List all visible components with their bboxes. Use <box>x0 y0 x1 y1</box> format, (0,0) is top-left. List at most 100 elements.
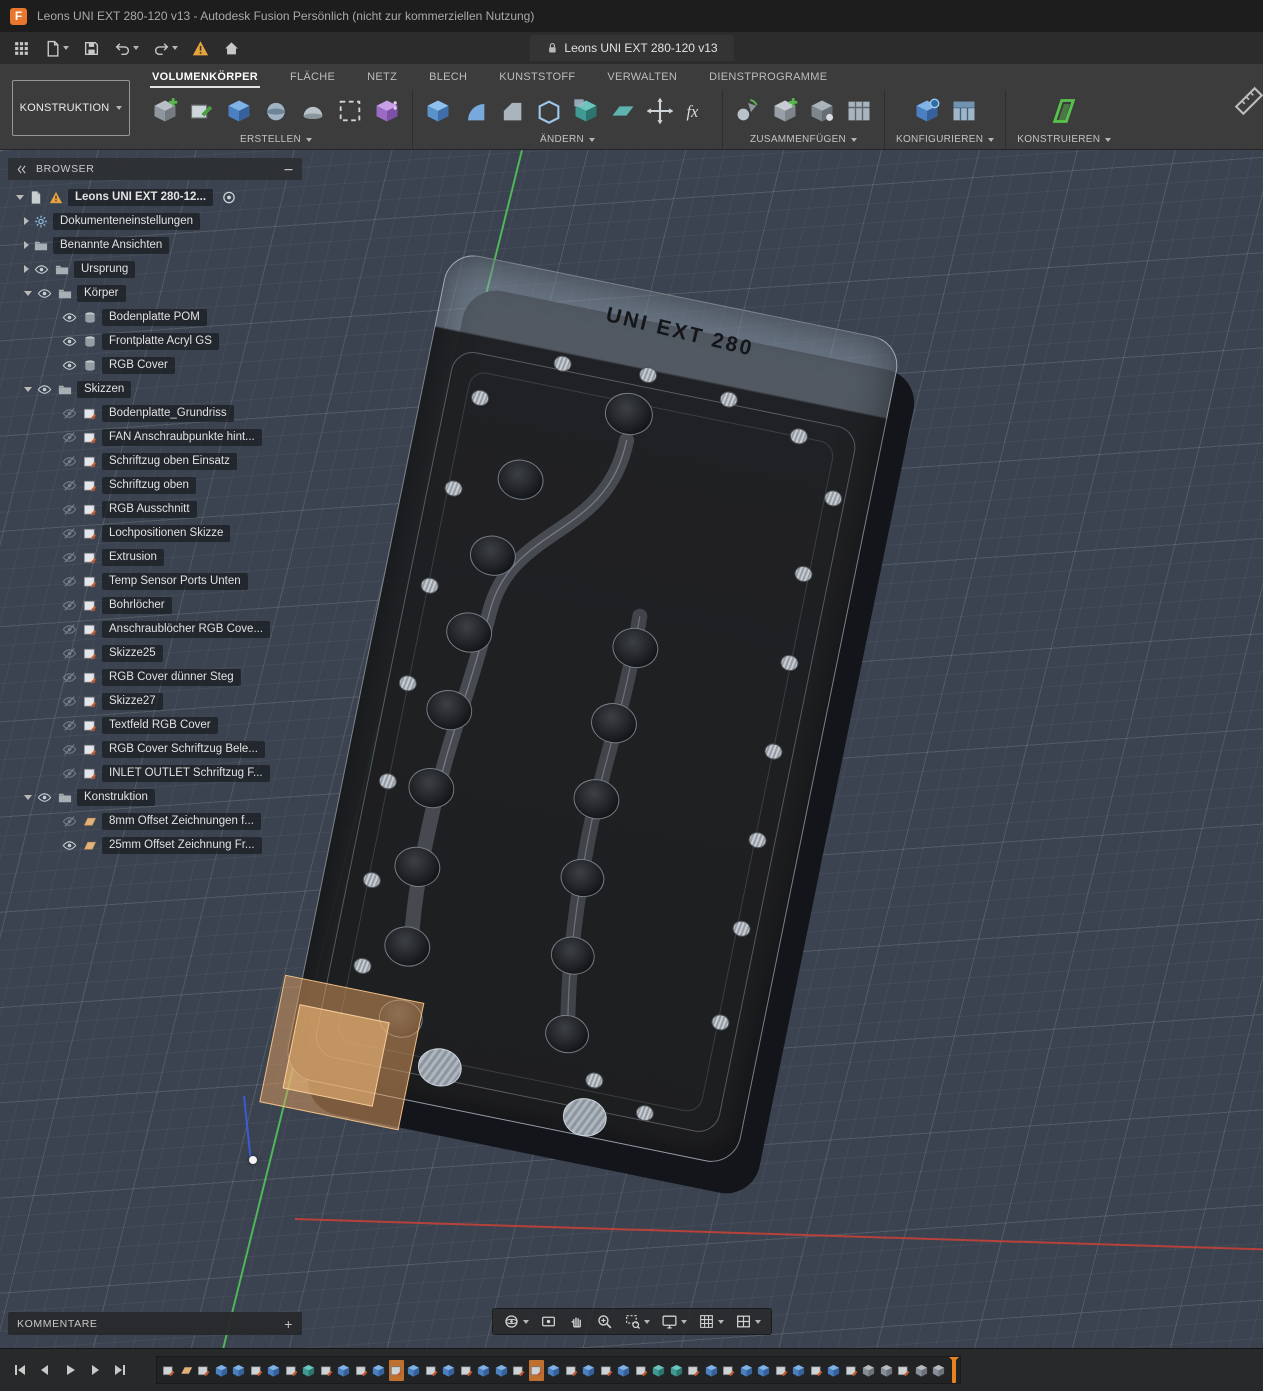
tree-item-skizze25[interactable]: Skizze25 <box>8 641 302 665</box>
timeline-feature-sketch[interactable] <box>634 1360 649 1381</box>
visibility-eye-icon[interactable] <box>61 694 78 709</box>
tree-item-label[interactable]: Schriftzug oben Einsatz <box>102 452 237 470</box>
tab-kunststoff[interactable]: KUNSTSTOFF <box>497 67 577 87</box>
shell-icon[interactable] <box>535 97 563 125</box>
tree-item-label[interactable]: Ursprung <box>74 260 136 278</box>
group-label-konstruieren[interactable]: KONSTRUIEREN <box>1017 132 1112 149</box>
activate-component-icon[interactable] <box>221 190 237 205</box>
visibility-eye-icon[interactable] <box>36 382 53 397</box>
tree-item-rgb-cover[interactable]: RGB Cover <box>8 353 302 377</box>
step-forward-button[interactable] <box>87 1362 103 1378</box>
timeline-feature-construct-plane[interactable] <box>179 1360 194 1381</box>
tree-item-benannte-ansichten[interactable]: Benannte Ansichten <box>8 233 302 257</box>
tree-item-label[interactable]: Lochpositionen Skizze <box>102 524 231 542</box>
timeline-feature-extrude-blue[interactable] <box>739 1360 754 1381</box>
tree-item-label[interactable]: RGB Cover dünner Steg <box>102 668 241 686</box>
timeline-feature-extrude-blue[interactable] <box>616 1360 631 1381</box>
timeline-feature-extrude-teal[interactable] <box>301 1360 316 1381</box>
timeline-feature-extrude-blue[interactable] <box>494 1360 509 1381</box>
visibility-eye-icon[interactable] <box>61 454 78 469</box>
configure-icon[interactable] <box>913 97 941 125</box>
tree-item-körper[interactable]: Körper <box>8 281 302 305</box>
tree-item-8mm-offset-zeichnungen-f[interactable]: 8mm Offset Zeichnungen f... <box>8 809 302 833</box>
timeline-feature-sketch[interactable] <box>459 1360 474 1381</box>
tree-item-fan-anschraubpunkte-hint[interactable]: FAN Anschraubpunkte hint... <box>8 425 302 449</box>
timeline-feature-sketch[interactable] <box>774 1360 789 1381</box>
timeline-feature-sketch[interactable] <box>319 1360 334 1381</box>
tree-item-skizzen[interactable]: Skizzen <box>8 377 302 401</box>
step-back-button[interactable] <box>37 1362 53 1378</box>
group-label-konfigurieren[interactable]: KONFIGURIEREN <box>896 132 995 149</box>
timeline-feature-sketch[interactable] <box>284 1360 299 1381</box>
visibility-eye-icon[interactable] <box>61 646 78 661</box>
timeline-feature-extrude-blue[interactable] <box>441 1360 456 1381</box>
tree-item-rgb-cover-dünner-steg[interactable]: RGB Cover dünner Steg <box>8 665 302 689</box>
move-copy-icon[interactable] <box>646 97 674 125</box>
chevron-expanded-icon[interactable] <box>24 386 32 392</box>
section-icon[interactable] <box>336 97 364 125</box>
motion-link-icon[interactable] <box>845 97 873 125</box>
tree-item-label[interactable]: Anschraublöcher RGB Cove... <box>102 620 271 638</box>
timeline-feature-sketch[interactable] <box>809 1360 824 1381</box>
tree-item-label[interactable]: Benannte Ansichten <box>53 236 170 254</box>
orbit-button[interactable] <box>503 1313 529 1330</box>
visibility-eye-icon[interactable] <box>61 814 78 829</box>
undo-button[interactable] <box>109 37 144 60</box>
tree-item-label[interactable]: RGB Ausschnitt <box>102 500 197 518</box>
chevron-expanded-icon[interactable] <box>24 290 32 296</box>
chevron-expanded-icon[interactable] <box>24 794 32 800</box>
timeline-feature-sketch[interactable] <box>354 1360 369 1381</box>
tree-item-skizze27[interactable]: Skizze27 <box>8 689 302 713</box>
visibility-eye-icon[interactable] <box>61 430 78 445</box>
tree-item-schriftzug-oben-einsatz[interactable]: Schriftzug oben Einsatz <box>8 449 302 473</box>
go-to-end-button[interactable] <box>112 1362 128 1378</box>
tree-item-extrusion[interactable]: Extrusion <box>8 545 302 569</box>
comments-bar[interactable]: KOMMENTARE + <box>8 1312 302 1335</box>
timeline-feature-sketch[interactable] <box>721 1360 736 1381</box>
tree-item-schriftzug-oben[interactable]: Schriftzug oben <box>8 473 302 497</box>
design-mode-button[interactable]: KONSTRUKTION <box>12 80 130 136</box>
chevron-collapsed-icon[interactable] <box>24 241 29 249</box>
tree-item-lochpositionen-skizze[interactable]: Lochpositionen Skizze <box>8 521 302 545</box>
model-3d[interactable]: UNI EXT 280 <box>259 250 921 1200</box>
timeline-feature-extrude-blue[interactable] <box>214 1360 229 1381</box>
tree-item-bodenplatte-grundriss[interactable]: Bodenplatte_Grundriss <box>8 401 302 425</box>
document-tab[interactable]: Leons UNI EXT 280-120 v13 <box>529 35 734 61</box>
redo-button[interactable] <box>148 37 183 60</box>
visibility-eye-icon[interactable] <box>61 310 78 325</box>
tab-volumenkörper[interactable]: VOLUMENKÖRPER <box>150 67 260 88</box>
timeline-feature-sketch[interactable] <box>249 1360 264 1381</box>
tree-item-label[interactable]: Frontplatte Acryl GS <box>102 332 219 350</box>
chevron-expanded-icon[interactable] <box>16 194 24 200</box>
visibility-eye-icon[interactable] <box>61 622 78 637</box>
as-built-joint-icon[interactable] <box>808 97 836 125</box>
visibility-eye-icon[interactable] <box>61 502 78 517</box>
chevron-collapsed-icon[interactable] <box>24 265 29 273</box>
timeline-feature-extrude-gray[interactable] <box>931 1360 946 1381</box>
tree-item-frontplatte-acryl-gs[interactable]: Frontplatte Acryl GS <box>8 329 302 353</box>
timeline-strip[interactable] <box>156 1356 961 1384</box>
measure-icon[interactable] <box>1229 84 1263 118</box>
timeline-feature-sketch[interactable] <box>388 1359 404 1381</box>
timeline-feature-extrude-blue[interactable] <box>336 1360 351 1381</box>
new-solid-icon[interactable] <box>151 97 179 125</box>
timeline-feature-sketch[interactable] <box>599 1360 614 1381</box>
timeline-feature-sketch[interactable] <box>196 1360 211 1381</box>
tree-item-inlet-outlet-schriftzug-f[interactable]: INLET OUTLET Schriftzug F... <box>8 761 302 785</box>
zoom-window-button[interactable] <box>624 1313 650 1330</box>
tree-item-anschraublöcher-rgb-cove[interactable]: Anschraublöcher RGB Cove... <box>8 617 302 641</box>
tree-item-bodenplatte-pom[interactable]: Bodenplatte POM <box>8 305 302 329</box>
group-label-erstellen[interactable]: ERSTELLEN <box>240 132 313 149</box>
visibility-eye-icon[interactable] <box>61 718 78 733</box>
fillet-icon[interactable] <box>461 97 489 125</box>
tab-fläche[interactable]: FLÄCHE <box>288 67 337 87</box>
visibility-eye-icon[interactable] <box>61 838 78 853</box>
visibility-eye-icon[interactable] <box>61 526 78 541</box>
sweep-icon[interactable] <box>299 97 327 125</box>
tree-item-label[interactable]: 25mm Offset Zeichnung Fr... <box>102 836 262 854</box>
tree-item-label[interactable]: Skizzen <box>77 380 132 398</box>
timeline-feature-extrude-teal[interactable] <box>651 1360 666 1381</box>
timeline-feature-extrude-blue[interactable] <box>826 1360 841 1381</box>
visibility-eye-icon[interactable] <box>61 358 78 373</box>
joint-icon[interactable] <box>734 97 762 125</box>
